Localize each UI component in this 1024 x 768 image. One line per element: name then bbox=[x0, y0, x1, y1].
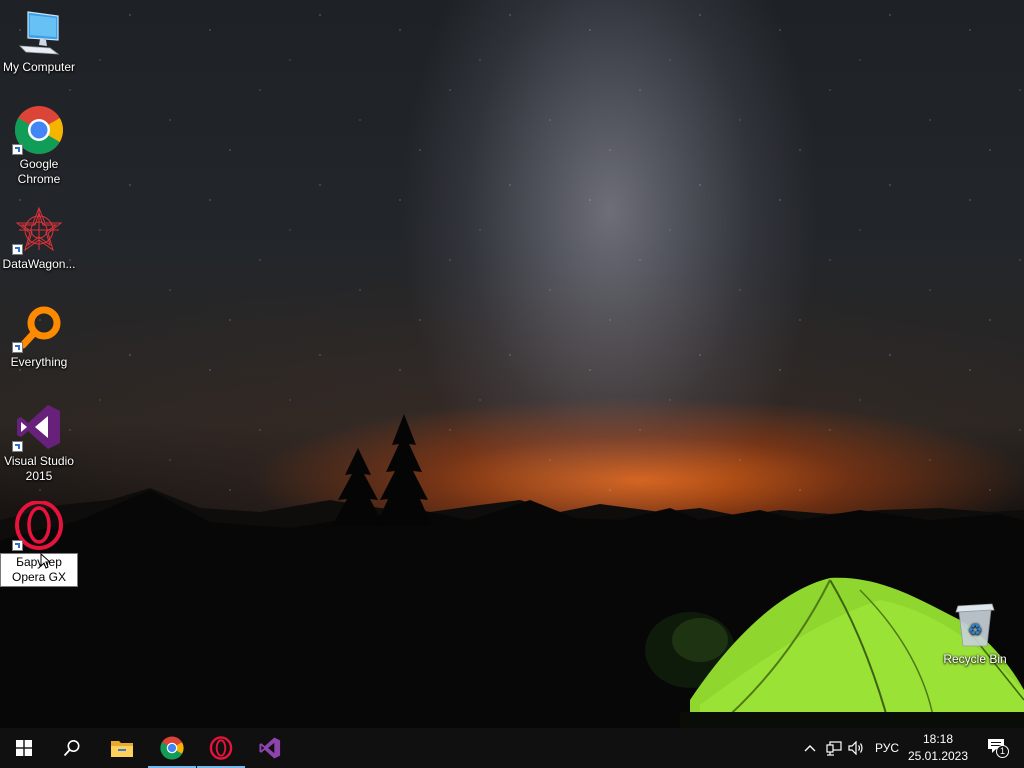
visual-studio-icon bbox=[12, 402, 64, 452]
shortcut-arrow-icon bbox=[12, 540, 23, 551]
volume-tray-button[interactable] bbox=[846, 728, 866, 768]
desktop-icon-visual-studio[interactable]: Visual Studio 2015 bbox=[0, 402, 78, 484]
taskbar: РУС 18:18 25.01.2023 1 bbox=[0, 728, 1024, 768]
shortcut-arrow-icon bbox=[12, 244, 23, 255]
network-tray-button[interactable] bbox=[824, 728, 844, 768]
shortcut-arrow-icon bbox=[12, 342, 23, 353]
windows-icon bbox=[16, 740, 32, 756]
desktop-icon-label: Everything bbox=[10, 355, 68, 369]
file-explorer-icon bbox=[111, 741, 133, 757]
landscape-silhouette bbox=[0, 414, 1024, 728]
taskbar-opera[interactable] bbox=[197, 728, 245, 768]
input-language-label: РУС bbox=[874, 741, 900, 755]
taskbar-chrome[interactable] bbox=[148, 728, 196, 768]
taskbar-visual-studio[interactable] bbox=[246, 728, 294, 768]
chrome-icon bbox=[12, 105, 64, 155]
everything-search-icon bbox=[12, 303, 64, 353]
mouse-cursor-icon bbox=[40, 553, 50, 569]
action-center-button[interactable]: 1 bbox=[978, 728, 1018, 768]
show-hidden-icons-button[interactable] bbox=[800, 728, 820, 768]
desktop-icon-google-chrome[interactable]: Google Chrome bbox=[0, 105, 78, 187]
opera-gx-icon bbox=[12, 501, 64, 551]
shortcut-arrow-icon bbox=[12, 441, 23, 452]
clock-date: 25.01.2023 bbox=[907, 749, 969, 763]
svg-text:♻: ♻ bbox=[968, 620, 982, 639]
chevron-up-icon bbox=[804, 745, 816, 752]
input-language-button[interactable]: РУС bbox=[870, 728, 904, 768]
chrome-icon bbox=[160, 736, 184, 760]
search-icon bbox=[63, 740, 80, 757]
clock-time: 18:18 bbox=[922, 732, 954, 746]
desktop-icon-label: DataWagon... bbox=[2, 257, 76, 271]
desktop-icon-recycle-bin[interactable]: ♻ Recycle Bin bbox=[936, 600, 1014, 667]
desktop-wallpaper[interactable] bbox=[0, 0, 1024, 728]
computer-icon bbox=[14, 8, 64, 58]
visual-studio-icon bbox=[259, 737, 281, 759]
desktop-icon-label: Visual Studio 2015 bbox=[4, 454, 74, 483]
clock-button[interactable]: 18:18 25.01.2023 bbox=[906, 731, 970, 765]
notification-count-badge: 1 bbox=[996, 745, 1009, 758]
opera-icon bbox=[209, 736, 233, 760]
network-icon bbox=[826, 741, 842, 756]
search-button[interactable] bbox=[48, 728, 96, 768]
desktop-icon-my-computer[interactable]: My Computer bbox=[0, 8, 78, 75]
taskbar-file-explorer[interactable] bbox=[98, 728, 146, 768]
datawagon-icon bbox=[12, 205, 64, 255]
desktop-icon-label: Google Chrome bbox=[17, 157, 61, 186]
desktop-icon-everything[interactable]: Everything bbox=[0, 303, 78, 370]
recycle-bin-icon: ♻ bbox=[950, 600, 1000, 650]
desktop-icon-opera-gx[interactable]: Барузер Opera GX bbox=[0, 501, 78, 587]
shortcut-arrow-icon bbox=[12, 144, 23, 155]
speaker-icon bbox=[848, 741, 863, 755]
desktop-icon-datawagon[interactable]: DataWagon... bbox=[0, 205, 78, 272]
desktop-icon-label: Барузер Opera GX bbox=[0, 553, 78, 587]
start-button[interactable] bbox=[0, 728, 48, 768]
desktop-icon-label: My Computer bbox=[2, 60, 76, 74]
desktop-icon-label: Recycle Bin bbox=[943, 652, 1007, 666]
